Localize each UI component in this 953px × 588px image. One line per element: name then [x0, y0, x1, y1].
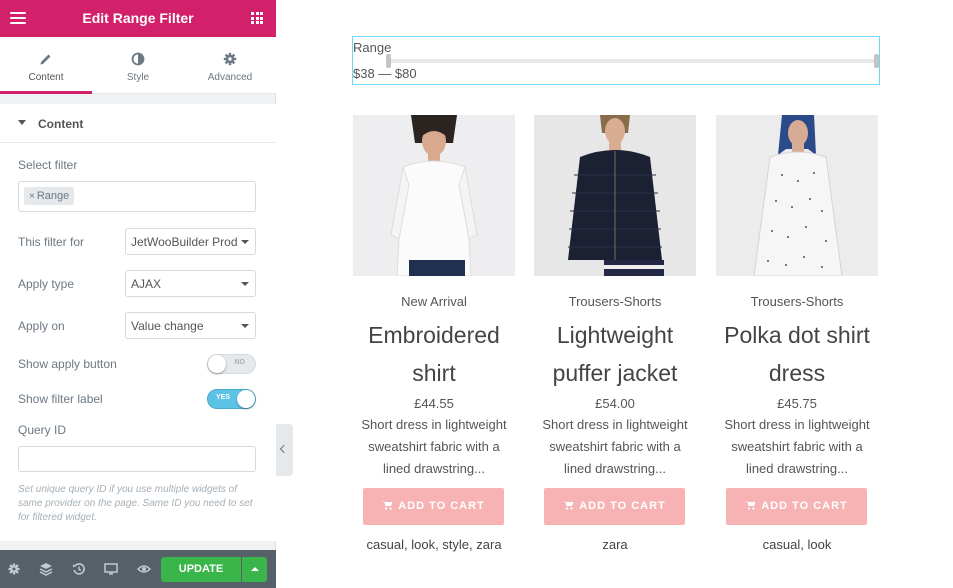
eye-icon[interactable] [137, 562, 151, 576]
query-id-note: Set unique query ID if you use multiple … [18, 484, 253, 523]
chevron-down-icon [241, 282, 249, 286]
pencil-icon [40, 54, 51, 65]
range-filter-label: Range [353, 40, 392, 55]
apply-on-label: Apply on [18, 319, 65, 333]
apply-on-select[interactable]: Value change [125, 312, 256, 339]
show-filter-label-label: Show filter label [18, 392, 103, 406]
widgets-grid-icon[interactable] [251, 12, 263, 24]
product-price: £54.00 [595, 396, 635, 411]
history-icon[interactable] [72, 562, 86, 576]
product-card: Trousers-Shorts Polka dot shirt dress £4… [716, 115, 878, 552]
select-filter-field[interactable]: × Range [18, 181, 256, 212]
filter-for-label: This filter for [18, 235, 85, 249]
tab-style-label: Style [126, 72, 150, 83]
range-slider-max-handle[interactable] [874, 54, 879, 68]
chevron-down-icon [241, 240, 249, 244]
tab-content-label: Content [28, 72, 64, 83]
apply-on-value: Value change [131, 319, 204, 333]
panel-footer: UPDATE [0, 550, 276, 588]
panel-title: Edit Range Filter [82, 10, 194, 26]
half-circle-icon [131, 52, 145, 66]
product-image[interactable] [716, 115, 878, 276]
product-name[interactable]: Polka dot shirt dress [716, 316, 878, 392]
range-slider-track[interactable] [388, 59, 877, 63]
product-price: £45.75 [777, 396, 817, 411]
update-button[interactable]: UPDATE [161, 557, 241, 582]
cart-icon [563, 501, 574, 510]
toggle-state-text: YES [216, 394, 231, 401]
tab-style[interactable]: Style [92, 37, 184, 93]
add-to-cart-label: ADD TO CART [398, 500, 485, 512]
filter-for-select[interactable]: JetWooBuilder Products Grid [125, 228, 256, 255]
product-category[interactable]: Trousers-Shorts [534, 294, 696, 310]
product-name[interactable]: Lightweight puffer jacket [534, 316, 696, 392]
product-tags[interactable]: casual, look [716, 537, 878, 552]
section-toggle-content[interactable]: Content [0, 104, 276, 143]
filter-tag: × Range [24, 187, 75, 205]
caret-down-icon [18, 120, 26, 125]
settings-gear-icon[interactable] [7, 562, 21, 576]
apply-type-label: Apply type [18, 277, 75, 291]
product-category[interactable]: Trousers-Shorts [716, 294, 878, 310]
cart-icon [745, 501, 756, 510]
product-description: Short dress in lightweight sweatshirt fa… [542, 417, 688, 476]
product-image[interactable] [353, 115, 515, 276]
desktop-icon[interactable] [104, 562, 118, 576]
product-name[interactable]: Embroidered shirt [353, 316, 515, 392]
add-to-cart-label: ADD TO CART [579, 500, 666, 512]
cart-icon [382, 501, 393, 510]
product-image[interactable] [534, 115, 696, 276]
collapse-panel-handle[interactable] [276, 424, 293, 476]
show-apply-button-label: Show apply button [18, 357, 117, 371]
tab-advanced-label: Advanced [207, 72, 253, 83]
add-to-cart-button[interactable]: ADD TO CART [726, 488, 867, 525]
layers-icon[interactable] [39, 562, 53, 576]
product-category[interactable]: New Arrival [353, 294, 515, 310]
range-filter-widget[interactable]: Range $38 — $80 [352, 36, 880, 85]
query-id-input[interactable] [18, 446, 256, 472]
filter-tag-label: Range [36, 190, 70, 202]
product-description: Short dress in lightweight sweatshirt fa… [724, 417, 870, 476]
toggle-state-text: NO [234, 359, 246, 366]
show-filter-label-toggle[interactable]: YES [207, 389, 256, 409]
controls-area: Content Select filter × Range This filter… [0, 104, 276, 541]
remove-tag-icon[interactable]: × [29, 191, 35, 202]
chevron-down-icon [241, 324, 249, 328]
range-filter-value: $38 — $80 [353, 66, 417, 81]
gear-icon [223, 52, 237, 66]
tab-advanced[interactable]: Advanced [184, 37, 276, 93]
product-card: Trousers-Shorts Lightweight puffer jacke… [534, 115, 696, 552]
toggle-knob [237, 390, 255, 408]
query-id-label: Query ID [18, 423, 67, 437]
update-options-button[interactable] [242, 557, 267, 582]
toggle-knob [208, 355, 226, 373]
show-apply-button-toggle[interactable]: NO [207, 354, 256, 374]
add-to-cart-label: ADD TO CART [761, 500, 848, 512]
add-to-cart-button[interactable]: ADD TO CART [363, 488, 504, 525]
apply-type-value: AJAX [131, 277, 162, 291]
product-card: New Arrival Embroidered shirt £44.55 Sho… [353, 115, 515, 552]
select-filter-label: Select filter [18, 158, 78, 172]
product-tags[interactable]: casual, look, style, zara [353, 537, 515, 552]
product-price: £44.55 [414, 396, 454, 411]
tab-content[interactable]: Content [0, 37, 92, 94]
apply-type-select[interactable]: AJAX [125, 270, 256, 297]
panel-header: Edit Range Filter [0, 0, 276, 37]
panel-tabs: Content Style Advanced [0, 37, 276, 94]
product-tags[interactable]: zara [534, 537, 696, 552]
section-title: Content [38, 117, 84, 131]
product-description: Short dress in lightweight sweatshirt fa… [361, 417, 507, 476]
editor-panel: Edit Range Filter Content Style Advanced… [0, 0, 276, 588]
filter-for-value: JetWooBuilder Products Grid [131, 235, 237, 249]
add-to-cart-button[interactable]: ADD TO CART [544, 488, 685, 525]
